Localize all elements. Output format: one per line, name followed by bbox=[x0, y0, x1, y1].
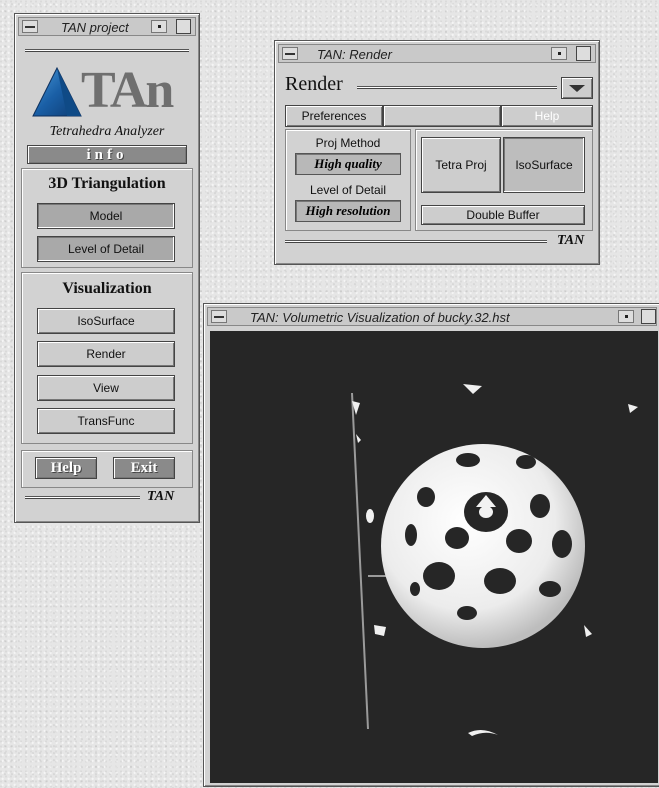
header-separator bbox=[357, 86, 557, 89]
maximize-icon[interactable] bbox=[641, 309, 656, 324]
minimize-icon[interactable] bbox=[151, 20, 167, 33]
tab-blank[interactable] bbox=[383, 105, 501, 127]
render-canvas[interactable] bbox=[210, 331, 658, 783]
render-window: TAN: Render Render Preferences Help Proj… bbox=[274, 40, 600, 265]
info-button[interactable]: info bbox=[27, 145, 187, 164]
view-button[interactable]: View bbox=[37, 375, 175, 401]
bucky-isosurface-render bbox=[351, 384, 638, 736]
footer-tan: TAN bbox=[147, 489, 175, 504]
tan-project-window: TAN project TAn Tetrahedra Analyzer info… bbox=[14, 13, 200, 523]
transfunc-button[interactable]: TransFunc bbox=[37, 408, 175, 434]
tab-preferences[interactable]: Preferences bbox=[285, 105, 383, 127]
tetra-proj-button[interactable]: Tetra Proj bbox=[421, 137, 501, 193]
window-menu-icon[interactable] bbox=[282, 47, 298, 60]
separator bbox=[25, 49, 189, 52]
level-of-detail-value[interactable]: High resolution bbox=[295, 200, 401, 222]
window-title: TAN: Render bbox=[317, 47, 392, 62]
visualization-window: TAN: Volumetric Visualization of bucky.3… bbox=[203, 303, 659, 787]
level-of-detail-button[interactable]: Level of Detail bbox=[37, 236, 175, 262]
logo-text: TAn bbox=[81, 62, 174, 119]
title-bar[interactable]: TAN project bbox=[18, 17, 196, 36]
window-title: TAN: Volumetric Visualization of bucky.3… bbox=[250, 310, 510, 325]
window-menu-icon[interactable] bbox=[22, 20, 38, 33]
maximize-icon[interactable] bbox=[576, 46, 591, 61]
footer-separator bbox=[25, 496, 140, 499]
render-button[interactable]: Render bbox=[37, 341, 175, 367]
logo-subtitle: Tetrahedra Analyzer bbox=[49, 124, 165, 139]
logo: TAn Tetrahedra Analyzer bbox=[19, 62, 195, 146]
render-menu-dropdown[interactable] bbox=[561, 77, 593, 99]
window-menu-icon[interactable] bbox=[211, 310, 227, 323]
isosurface-button[interactable]: IsoSurface bbox=[37, 308, 175, 334]
minimize-icon[interactable] bbox=[551, 47, 567, 60]
triangulation-heading: 3D Triangulation bbox=[48, 175, 166, 192]
chevron-down-icon bbox=[569, 85, 585, 92]
model-button[interactable]: Model bbox=[37, 203, 175, 229]
double-buffer-button[interactable]: Double Buffer bbox=[421, 205, 585, 225]
render-header-label: Render bbox=[285, 73, 343, 95]
title-bar[interactable]: TAN: Volumetric Visualization of bucky.3… bbox=[207, 307, 657, 326]
maximize-icon[interactable] bbox=[176, 19, 191, 34]
window-title: TAN project bbox=[61, 20, 129, 35]
proj-method-value[interactable]: High quality bbox=[295, 153, 401, 175]
title-bar[interactable]: TAN: Render bbox=[278, 44, 596, 63]
footer-tan: TAN bbox=[557, 233, 585, 248]
visualization-heading: Visualization bbox=[62, 280, 152, 297]
proj-method-label: Proj Method bbox=[315, 136, 381, 150]
level-of-detail-label: Level of Detail bbox=[309, 183, 387, 197]
isosurface-mode-button[interactable]: IsoSurface bbox=[503, 137, 585, 193]
footer-separator bbox=[285, 240, 547, 243]
help-button[interactable]: Help bbox=[35, 457, 97, 479]
exit-button[interactable]: Exit bbox=[113, 457, 175, 479]
tab-help[interactable]: Help bbox=[501, 105, 593, 127]
minimize-icon[interactable] bbox=[618, 310, 634, 323]
